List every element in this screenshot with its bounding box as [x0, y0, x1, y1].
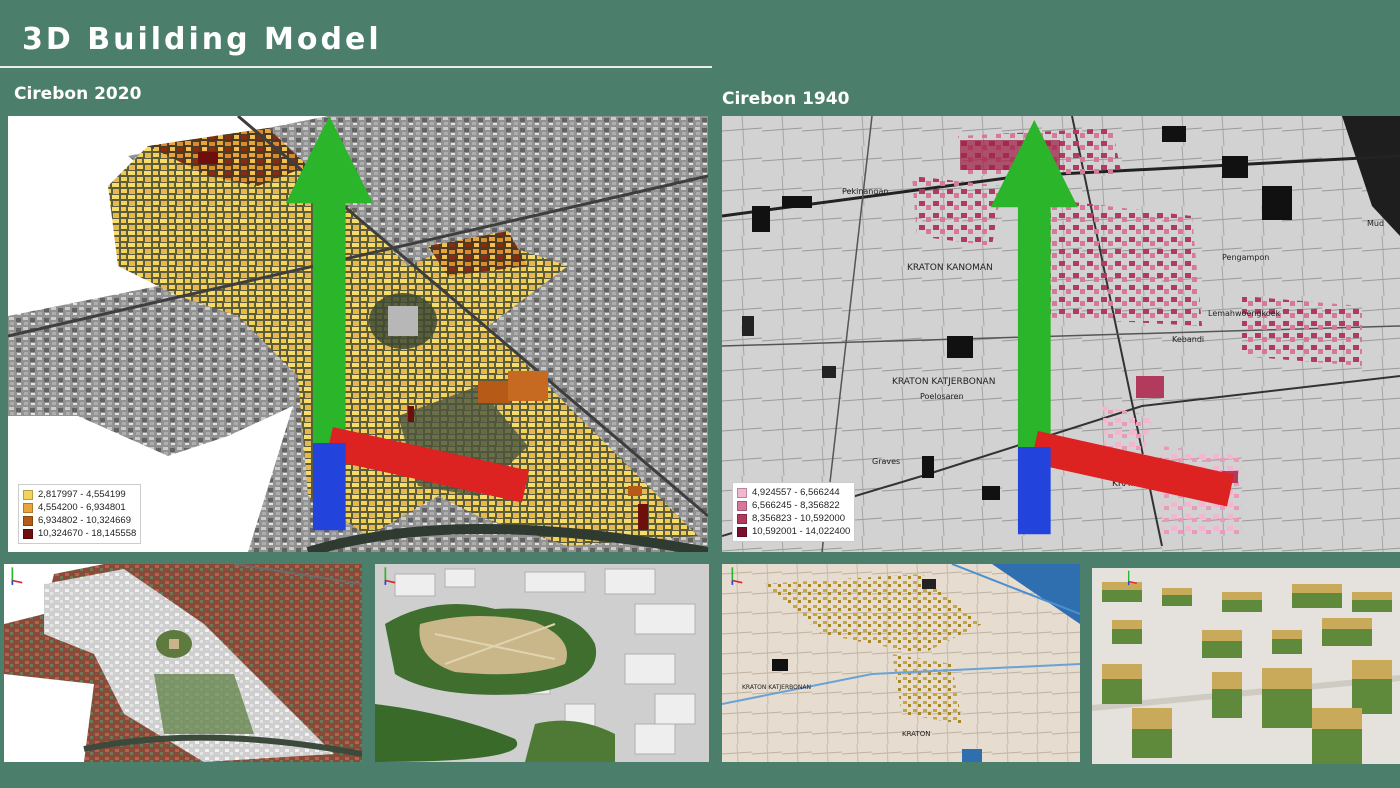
legend-label: 6,566245 - 8,356822	[752, 500, 840, 511]
legend-label: 10,324670 - 18,145558	[38, 528, 137, 539]
panel-label-cirebon-1940: Cirebon 1940	[722, 89, 850, 109]
axis-gizmo-icon	[384, 567, 396, 585]
legend-1940: 4,924557 - 6,566244 6,566245 - 8,356822 …	[732, 482, 856, 542]
legend-item: 8,356823 - 10,592000	[737, 512, 850, 525]
title-divider	[0, 66, 712, 68]
thumb-2020-textured-overview[interactable]	[4, 564, 362, 762]
legend-label: 4,924557 - 6,566244	[752, 487, 840, 498]
axis-gizmo-icon	[1127, 570, 1137, 586]
legend-item: 6,934802 - 10,324669	[23, 514, 136, 527]
thumb-2020-alun-alun-closeup[interactable]	[375, 564, 709, 762]
map-label: KRATON KATJERBONAN	[742, 684, 811, 691]
map-cirebon-1940[interactable]: Pekinangan KRATON KANOMAN KRATON KATJERB…	[722, 116, 1400, 552]
legend-label: 6,934802 - 10,324669	[38, 515, 131, 526]
legend-label: 4,554200 - 6,934801	[38, 502, 126, 513]
legend-swatch	[737, 526, 747, 537]
thumb-canvas	[375, 564, 709, 762]
legend-item: 10,592001 - 14,022400	[737, 525, 850, 538]
legend-swatch	[23, 515, 33, 526]
legend-swatch	[23, 489, 33, 500]
legend-label: 10,592001 - 14,022400	[752, 526, 851, 537]
map-label: KRATON	[902, 730, 930, 738]
thumb-1940-block-closeup[interactable]	[1092, 568, 1400, 764]
thumb-canvas	[4, 564, 362, 762]
panel-label-cirebon-2020: Cirebon 2020	[14, 84, 142, 104]
legend-swatch	[23, 502, 33, 513]
legend-swatch	[737, 513, 747, 524]
legend-item: 10,324670 - 18,145558	[23, 527, 136, 540]
legend-swatch	[737, 487, 747, 498]
thumb-canvas: KRATON KATJERBONAN KRATON	[722, 564, 1080, 762]
legend-item: 4,924557 - 6,566244	[737, 486, 850, 499]
legend-label: 2,817997 - 4,554199	[38, 489, 126, 500]
legend-swatch	[737, 500, 747, 511]
thumb-1940-historic-overview[interactable]: KRATON KATJERBONAN KRATON	[722, 564, 1080, 762]
legend-item: 4,554200 - 6,934801	[23, 501, 136, 514]
legend-label: 8,356823 - 10,592000	[752, 513, 845, 524]
page-title: 3D Building Model	[22, 22, 382, 57]
thumb-canvas	[1092, 568, 1400, 764]
legend-item: 2,817997 - 4,554199	[23, 488, 136, 501]
map-cirebon-2020[interactable]: 2,817997 - 4,554199 4,554200 - 6,934801 …	[8, 116, 708, 552]
legend-item: 6,566245 - 8,356822	[737, 499, 850, 512]
legend-swatch	[23, 528, 33, 539]
legend-2020: 2,817997 - 4,554199 4,554200 - 6,934801 …	[18, 484, 142, 544]
axis-gizmo-icon	[731, 567, 743, 585]
axis-gizmo-icon	[11, 567, 23, 585]
